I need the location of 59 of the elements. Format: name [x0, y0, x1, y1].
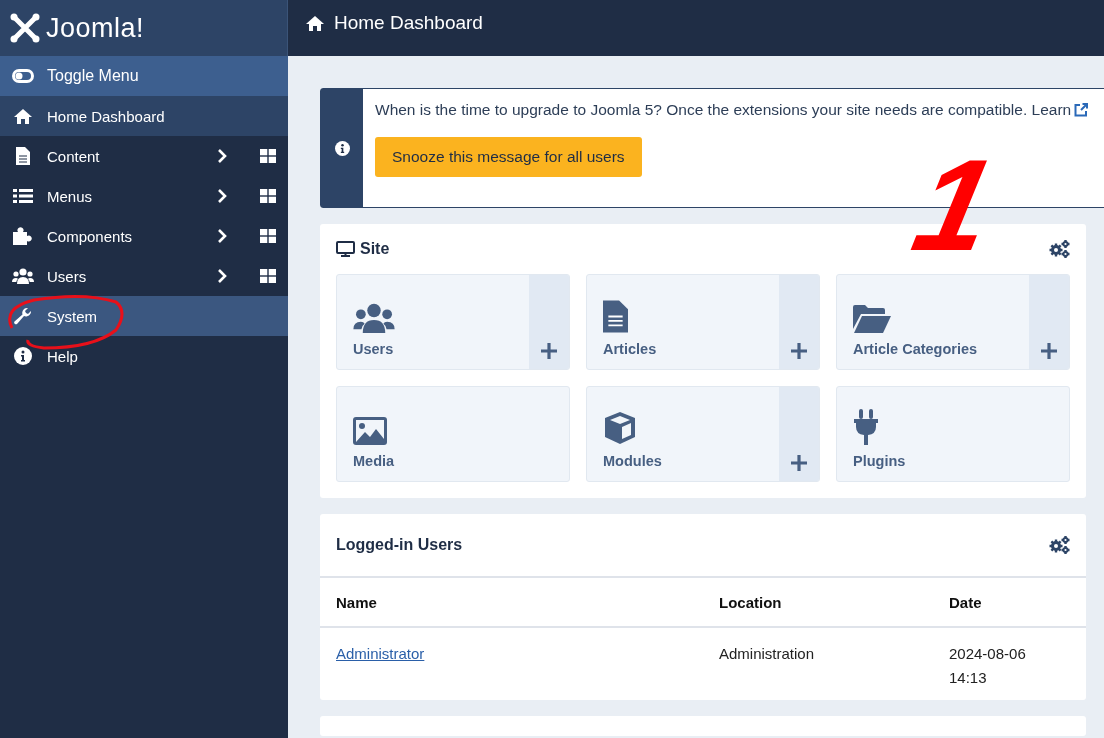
card-title: Logged-in Users — [336, 536, 463, 554]
card-title: Site — [360, 240, 390, 258]
column-header: Name — [336, 593, 378, 611]
users-icon — [353, 303, 395, 333]
logo-icon — [10, 13, 40, 43]
info-icon — [334, 140, 350, 156]
plus-icon — [1041, 343, 1057, 359]
toggle-icon — [12, 69, 34, 83]
user-link[interactable]: Administrator — [336, 642, 719, 666]
users-icon — [12, 268, 34, 284]
home-icon — [304, 14, 326, 32]
home-icon — [13, 107, 33, 125]
info-icon — [14, 347, 32, 365]
page-title: Home Dashboard — [334, 12, 483, 34]
tile-link[interactable]: Plugins — [837, 387, 1069, 481]
wrench-icon — [14, 307, 32, 325]
plug-icon — [853, 409, 879, 445]
upgrade-message: When is the time to upgrade to Joomla 5? Once the extensions your site needs are compatible. Learn — [375, 101, 1072, 119]
chevron-right-icon[interactable] — [217, 189, 227, 203]
table-cell-text: 2024-08-06 14:13 — [949, 644, 1027, 688]
tile-link[interactable]: Article Categories — [837, 275, 1029, 369]
dashboard-grid-icon[interactable] — [260, 189, 276, 203]
joomla-logo-text: Joomla! — [46, 12, 145, 44]
plus-icon — [791, 455, 807, 471]
chevron-right-icon[interactable] — [217, 149, 227, 163]
chevron-right-icon[interactable] — [217, 269, 227, 283]
sidebar-item[interactable]: Home Dashboard — [0, 96, 288, 136]
sidebar-item[interactable]: Content — [0, 136, 288, 176]
sidebar-item[interactable]: Menus — [0, 176, 288, 216]
sidebar-item[interactable]: Components — [0, 216, 288, 256]
document-icon — [16, 147, 30, 165]
cube-icon — [603, 411, 637, 445]
image-icon — [353, 417, 387, 445]
list-icon — [13, 188, 33, 204]
settings-icon[interactable] — [1049, 536, 1070, 554]
tile-link[interactable]: Users — [337, 275, 529, 369]
plus-icon — [541, 343, 557, 359]
plus-icon — [791, 343, 807, 359]
table-cell-text: Administration — [719, 644, 816, 664]
dashboard-grid-icon[interactable] — [260, 229, 276, 243]
sidebar-item[interactable]: Help — [0, 336, 288, 376]
document-icon — [603, 300, 628, 333]
folder-icon — [853, 305, 891, 333]
monitor-icon — [336, 241, 355, 257]
column-header: Date — [949, 593, 983, 611]
sidebar-item[interactable]: System — [0, 296, 288, 336]
external-link-icon[interactable] — [1074, 103, 1089, 117]
snooze-button[interactable]: Snooze this message for all users — [375, 137, 642, 177]
chevron-right-icon[interactable] — [217, 229, 227, 243]
column-header: Location — [719, 593, 783, 611]
sidebar-item[interactable]: Users — [0, 256, 288, 296]
tile-link[interactable]: Modules — [587, 387, 779, 481]
dashboard-grid-icon[interactable] — [260, 269, 276, 283]
toggle-menu-button[interactable]: Toggle Menu — [0, 56, 288, 96]
tile-link[interactable]: Articles — [587, 275, 779, 369]
puzzle-icon — [13, 227, 33, 245]
tile-link[interactable]: Media — [337, 387, 569, 481]
dashboard-grid-icon[interactable] — [260, 149, 276, 163]
settings-icon[interactable] — [1049, 240, 1070, 258]
